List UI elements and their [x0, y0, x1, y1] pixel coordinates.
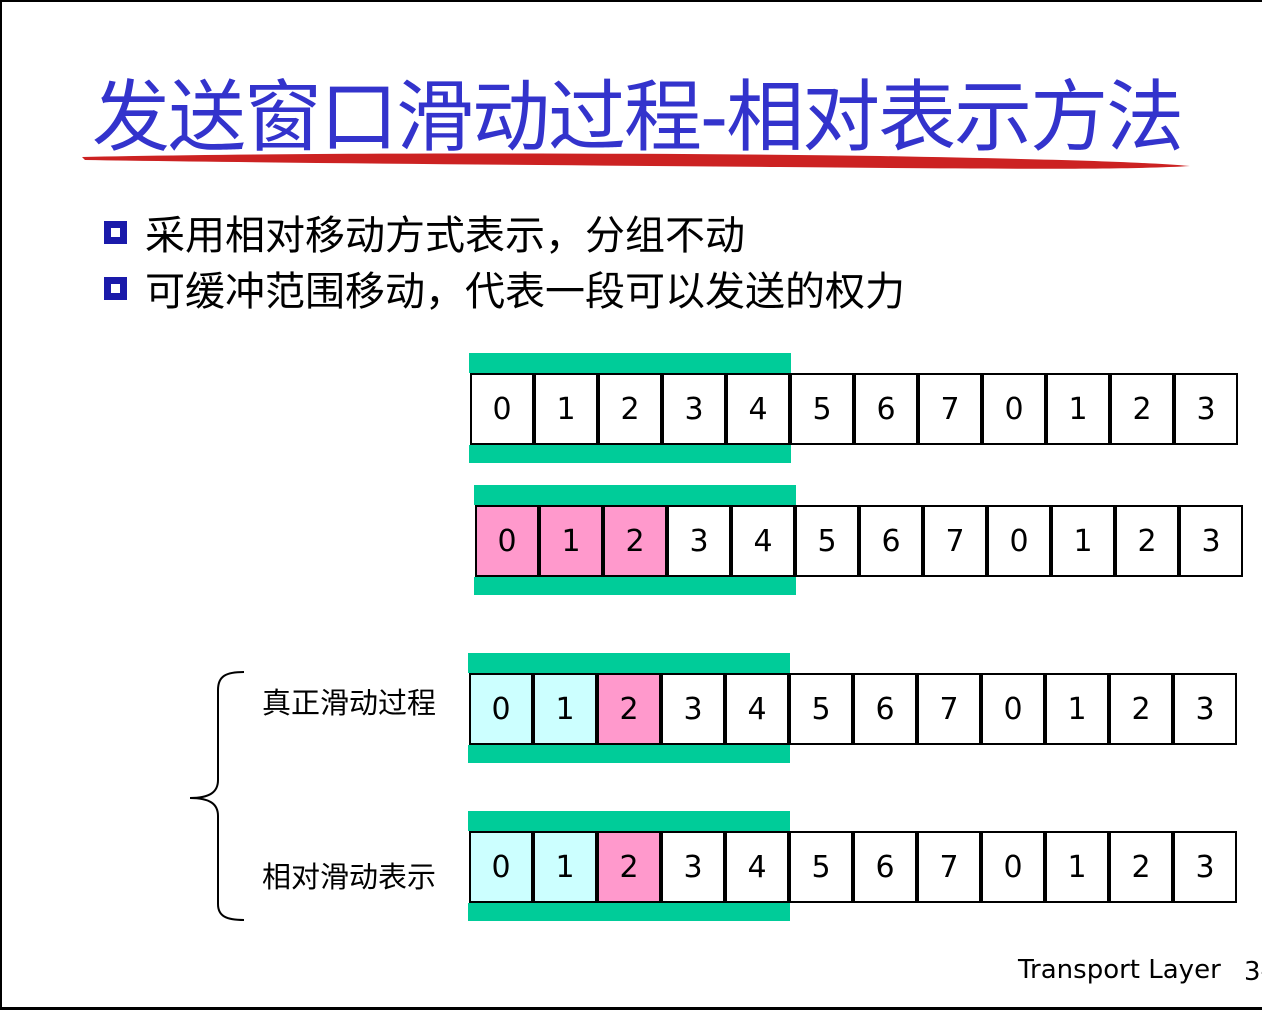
- packet-cell: 5: [790, 373, 854, 445]
- bullet-item: 可缓冲范围移动，代表一段可以发送的权力: [104, 260, 905, 316]
- packet-cell: 3: [1173, 673, 1237, 745]
- packet-cell: 1: [534, 373, 598, 445]
- bullet-text: 采用相对移动方式表示，分组不动: [145, 213, 745, 259]
- packet-cell: 7: [918, 373, 982, 445]
- packet-cell: 2: [597, 831, 661, 903]
- slide: 发送窗口滑动过程-相对表示方法 采用相对移动方式表示，分组不动 可缓冲范围移动，…: [0, 0, 1262, 1010]
- packet-cell: 4: [731, 505, 795, 577]
- packet-cell: 2: [603, 505, 667, 577]
- packet-cell: 7: [917, 831, 981, 903]
- packet-cell: 1: [533, 673, 597, 745]
- slide-border-top: [0, 0, 1262, 2]
- curly-brace: [189, 671, 245, 921]
- packet-cell: 1: [533, 831, 597, 903]
- packet-cell: 2: [1109, 831, 1173, 903]
- packet-cell: 7: [917, 673, 981, 745]
- packet-cell: 2: [1109, 673, 1173, 745]
- packet-cell: 0: [475, 505, 539, 577]
- packet-cell: 1: [539, 505, 603, 577]
- page-number: 3-: [1244, 957, 1262, 987]
- packet-cell: 4: [725, 673, 789, 745]
- send-window-bar-bottom: [469, 445, 791, 463]
- square-bullet-icon: [104, 276, 127, 300]
- send-window-bar-top: [469, 353, 791, 373]
- packet-cell: 0: [469, 831, 533, 903]
- packet-cell: 0: [987, 505, 1051, 577]
- send-window-bar-bottom: [468, 745, 790, 763]
- send-window-bar-bottom: [468, 903, 790, 921]
- packet-cell: 6: [853, 673, 917, 745]
- send-window-bar-top: [474, 485, 796, 505]
- packet-cell: 2: [597, 673, 661, 745]
- square-bullet-icon: [104, 220, 127, 244]
- packet-cell: 5: [789, 831, 853, 903]
- packet-cell: 4: [726, 373, 790, 445]
- packet-cell: 3: [661, 673, 725, 745]
- packet-cell: 0: [470, 373, 534, 445]
- packet-cell: 6: [859, 505, 923, 577]
- packet-cell: 3: [1173, 831, 1237, 903]
- packet-cell: 0: [981, 673, 1045, 745]
- packet-cell: 7: [923, 505, 987, 577]
- packet-cell: 1: [1045, 831, 1109, 903]
- bullet-text: 可缓冲范围移动，代表一段可以发送的权力: [145, 269, 905, 315]
- packet-cell: 0: [982, 373, 1046, 445]
- slide-border-left: [0, 0, 2, 1010]
- packet-cell: 1: [1051, 505, 1115, 577]
- packet-cell: 3: [662, 373, 726, 445]
- packet-cell: 0: [981, 831, 1045, 903]
- packet-cell: 3: [661, 831, 725, 903]
- packet-cell: 3: [1174, 373, 1238, 445]
- packet-cell: 3: [667, 505, 731, 577]
- packet-cell: 4: [725, 831, 789, 903]
- send-window-bar-top: [468, 811, 790, 831]
- footer-text: Transport Layer: [1018, 955, 1221, 985]
- packet-cell: 5: [795, 505, 859, 577]
- packet-cell: 2: [1110, 373, 1174, 445]
- bullet-list: 采用相对移动方式表示，分组不动 可缓冲范围移动，代表一段可以发送的权力: [104, 204, 905, 316]
- packet-cell: 2: [1115, 505, 1179, 577]
- send-window-bar-bottom: [474, 577, 796, 595]
- packet-cell: 3: [1179, 505, 1243, 577]
- packet-cell: 5: [789, 673, 853, 745]
- bullet-item: 采用相对移动方式表示，分组不动: [104, 204, 905, 260]
- row-label-real-sliding: 真正滑动过程: [262, 686, 437, 720]
- packet-cell: 1: [1046, 373, 1110, 445]
- packet-cell: 2: [598, 373, 662, 445]
- packet-cell: 6: [854, 373, 918, 445]
- packet-cell: 0: [469, 673, 533, 745]
- send-window-bar-top: [468, 653, 790, 673]
- row-label-relative-sliding: 相对滑动表示: [262, 860, 437, 894]
- title-underline: [82, 153, 1190, 169]
- packet-cell: 6: [853, 831, 917, 903]
- packet-cell: 1: [1045, 673, 1109, 745]
